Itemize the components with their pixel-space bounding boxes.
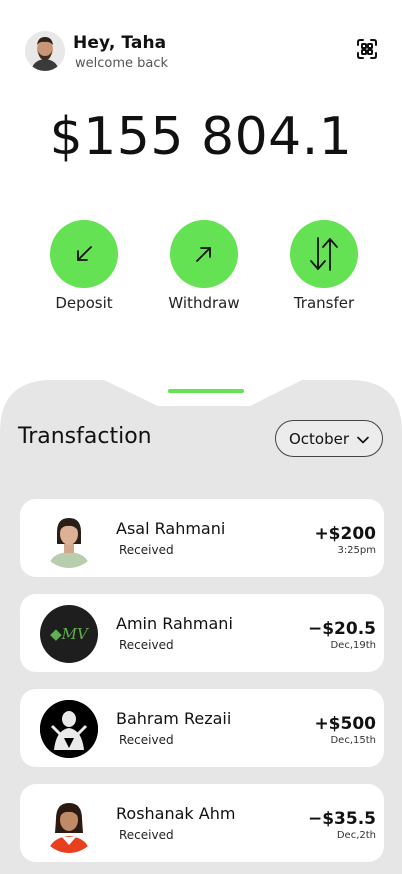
avatar-logo-text: ◆MV bbox=[50, 625, 88, 643]
transfer-button[interactable]: Transfer bbox=[279, 220, 369, 312]
sheet-drag-handle[interactable] bbox=[168, 389, 244, 393]
transaction-time: Dec,2th bbox=[336, 830, 376, 841]
arrows-up-down-icon bbox=[290, 220, 358, 288]
contact-name: Asal Rahmani bbox=[116, 519, 226, 538]
transaction-amount: +$200 bbox=[314, 524, 376, 544]
transaction-row[interactable]: Asal Rahmani Received +$200 3:25pm bbox=[20, 499, 384, 577]
deposit-button[interactable]: Deposit bbox=[39, 220, 129, 312]
welcome-subtitle: welcome back bbox=[75, 56, 169, 71]
transaction-amount: −$20.5 bbox=[307, 619, 376, 639]
transaction-row[interactable]: Roshanak Ahm Received −$35.5 Dec,2th bbox=[20, 784, 384, 862]
transaction-time: Dec,15th bbox=[330, 735, 376, 746]
chevron-down-icon bbox=[357, 430, 369, 448]
month-dropdown[interactable]: October bbox=[275, 420, 383, 457]
transfer-label: Transfer bbox=[293, 294, 355, 312]
transaction-status: Received bbox=[119, 733, 174, 747]
transaction-row[interactable]: Bahram Rezaii Received +$500 Dec,15th bbox=[20, 689, 384, 767]
contact-name: Bahram Rezaii bbox=[116, 709, 232, 728]
contact-name: Roshanak Ahm bbox=[116, 804, 236, 823]
greeting-text: Hey, Taha bbox=[73, 33, 167, 53]
transaction-time: 3:25pm bbox=[337, 545, 376, 556]
balance-amount: $155 804.1 bbox=[49, 107, 353, 167]
transaction-status: Received bbox=[119, 828, 174, 842]
transaction-time: Dec,19th bbox=[330, 640, 376, 651]
withdraw-button[interactable]: Withdraw bbox=[159, 220, 249, 312]
contact-avatar bbox=[40, 510, 98, 568]
deposit-label: Deposit bbox=[55, 294, 113, 312]
contact-avatar bbox=[40, 700, 98, 758]
transaction-row[interactable]: ◆MV Amin Rahmani Received −$20.5 Dec,19t… bbox=[20, 594, 384, 672]
arrow-down-left-icon bbox=[50, 220, 118, 288]
month-label: October bbox=[288, 429, 350, 448]
withdraw-label: Withdraw bbox=[168, 294, 240, 312]
transaction-status: Received bbox=[119, 638, 174, 652]
header: Hey, Taha welcome back bbox=[0, 0, 402, 90]
transaction-amount: −$35.5 bbox=[307, 809, 376, 829]
section-title: Transfaction bbox=[18, 424, 152, 449]
contact-avatar bbox=[40, 795, 98, 853]
scan-icon[interactable] bbox=[355, 37, 379, 61]
contact-name: Amin Rahmani bbox=[116, 614, 233, 633]
arrow-up-right-icon bbox=[170, 220, 238, 288]
transaction-status: Received bbox=[119, 543, 174, 557]
user-avatar[interactable] bbox=[25, 31, 65, 71]
transaction-amount: +$500 bbox=[314, 714, 376, 734]
contact-avatar: ◆MV bbox=[40, 605, 98, 663]
